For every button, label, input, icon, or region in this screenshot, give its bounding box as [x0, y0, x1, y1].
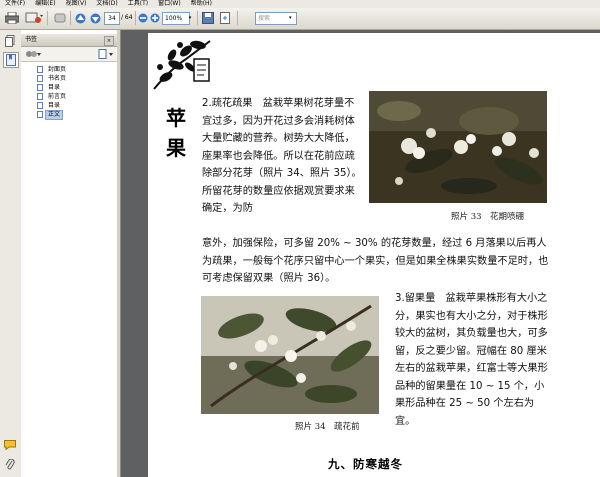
arrow-down-icon [90, 13, 101, 23]
attachments-tab[interactable] [3, 458, 17, 472]
bookmark-item[interactable]: 书名页 [21, 74, 117, 83]
menu-edit[interactable]: 编辑(E) [30, 0, 60, 8]
panel-title: 书签 [25, 36, 38, 43]
toolbar-separator [70, 11, 71, 25]
menu-document[interactable]: 文档(D) [91, 0, 122, 8]
print-button[interactable] [4, 11, 20, 25]
bookmark-icon [6, 54, 16, 66]
document-icon [37, 93, 43, 100]
document-page: 苹果 照片 33 花期喷硼 2.疏花疏果 盆栽苹果树花芽量不宜过多，因为开花过多… [148, 33, 600, 477]
toolbar-separator [135, 11, 136, 25]
comments-tab[interactable] [3, 438, 17, 452]
toolbar-separator [237, 11, 238, 25]
zoom-input[interactable]: 100% [162, 12, 190, 25]
document-icon [37, 111, 43, 118]
toolbar-separator [47, 11, 48, 25]
bookmark-item[interactable]: 目录 [21, 101, 117, 110]
toolbar-separator [197, 11, 198, 25]
apple-branch-illustration [153, 40, 211, 90]
arrow-up-icon [75, 13, 86, 23]
paperclip-icon [5, 459, 15, 470]
menu-window[interactable]: 窗口(W) [153, 0, 186, 8]
document-viewer: 苹果 照片 33 花期喷硼 2.疏花疏果 盆栽苹果树花芽量不宜过多，因为开花过多… [121, 30, 600, 477]
attach-mail-icon [25, 12, 43, 23]
section-heading-winter-protection: 九、防寒越冬 [328, 457, 403, 471]
menu-bar: 文件(F) 编辑(E) 视图(V) 文档(D) 工具(T) 窗口(W) 帮助(H… [0, 0, 600, 8]
paragraph-fruit-quantity: 3.留果量 盆栽苹果株形有大小之分，果实也有大小之分，对于株形较大的盆树，其负载… [395, 293, 548, 427]
zoom-dropdown[interactable]: ▾ [187, 12, 193, 25]
bookmark-item[interactable]: 目录 [21, 83, 117, 92]
bookmark-label: 前言页 [48, 92, 67, 100]
panel-header: 书签 × [21, 34, 117, 47]
fit-page-button[interactable] [218, 11, 232, 25]
page-fit-icon [220, 12, 230, 24]
navigation-rail [0, 30, 22, 477]
plus-circle-icon [150, 13, 160, 23]
toolbar: 34 / 64 100% ▾ 搜索 ▾ [0, 8, 600, 30]
search-dropdown[interactable]: ▾ [289, 13, 292, 23]
previous-page-button[interactable] [74, 11, 87, 25]
document-icon [37, 84, 43, 91]
menu-view[interactable]: 视图(V) [61, 0, 92, 8]
menu-tools[interactable]: 工具(T) [123, 0, 153, 8]
zoom-in-button[interactable] [149, 11, 161, 25]
bookmarks-panel: 书签 × 封面页 书名页 目录 前言页 目录 正文 [21, 30, 118, 477]
floppy-icon [202, 12, 214, 24]
photo-34 [201, 296, 379, 414]
bookmark-label: 目录 [48, 83, 61, 91]
bookmark-label: 目录 [48, 101, 61, 109]
page-number-input[interactable]: 34 [104, 12, 120, 25]
paragraph-thinning-flowers: 2.疏花疏果 盆栽苹果树花芽量不宜过多，因为开花过多会消耗树体大量贮藏的营养。树… [202, 98, 362, 214]
menu-file[interactable]: 文件(F) [0, 0, 30, 8]
speech-bubble-icon [4, 440, 16, 450]
panel-close-button[interactable]: × [104, 36, 114, 46]
email-button[interactable] [24, 11, 44, 25]
printer-icon [5, 12, 19, 24]
options-menu-icon[interactable] [25, 49, 41, 59]
pages-icon [5, 35, 15, 47]
paragraph-thinning-flowers-continued: 意外，加强保险，可多留 20% ~ 30% 的花芽数量，经过 6 月落果以后再人… [202, 238, 549, 284]
pages-tab[interactable] [3, 34, 17, 48]
bookmark-label: 正文 [45, 109, 64, 120]
vertical-chapter-title: 苹果 [166, 106, 186, 160]
flowering-branch-photo [369, 91, 547, 203]
photo-34-caption: 照片 34 疏花前 [295, 422, 360, 432]
bookmark-item-selected[interactable]: 正文 [21, 109, 117, 120]
hand-icon [54, 13, 66, 23]
bookmark-list: 封面页 书名页 目录 前言页 目录 正文 [21, 65, 117, 120]
zoom-out-button[interactable] [137, 11, 149, 25]
hand-tool-button[interactable] [52, 11, 68, 25]
page-total: / 64 [121, 14, 133, 21]
bookmark-item[interactable]: 前言页 [21, 92, 117, 101]
minus-circle-icon [138, 13, 148, 23]
panel-toolbar [21, 47, 117, 62]
bookmark-label: 封面页 [48, 65, 67, 73]
new-bookmark-icon[interactable] [98, 49, 114, 59]
photo-33-caption: 照片 33 花期喷硼 [451, 212, 525, 222]
bookmarks-tab[interactable] [3, 52, 19, 68]
menu-help[interactable]: 帮助(H) [186, 0, 217, 8]
bookmark-label: 书名页 [48, 74, 67, 82]
document-icon [37, 75, 43, 82]
photo-33 [369, 91, 547, 203]
bookmark-item[interactable]: 封面页 [21, 65, 117, 74]
next-page-button[interactable] [89, 11, 102, 25]
save-button[interactable] [201, 11, 215, 25]
branch-before-thinning-photo [201, 296, 379, 414]
document-icon [37, 102, 43, 109]
document-icon [37, 66, 43, 73]
